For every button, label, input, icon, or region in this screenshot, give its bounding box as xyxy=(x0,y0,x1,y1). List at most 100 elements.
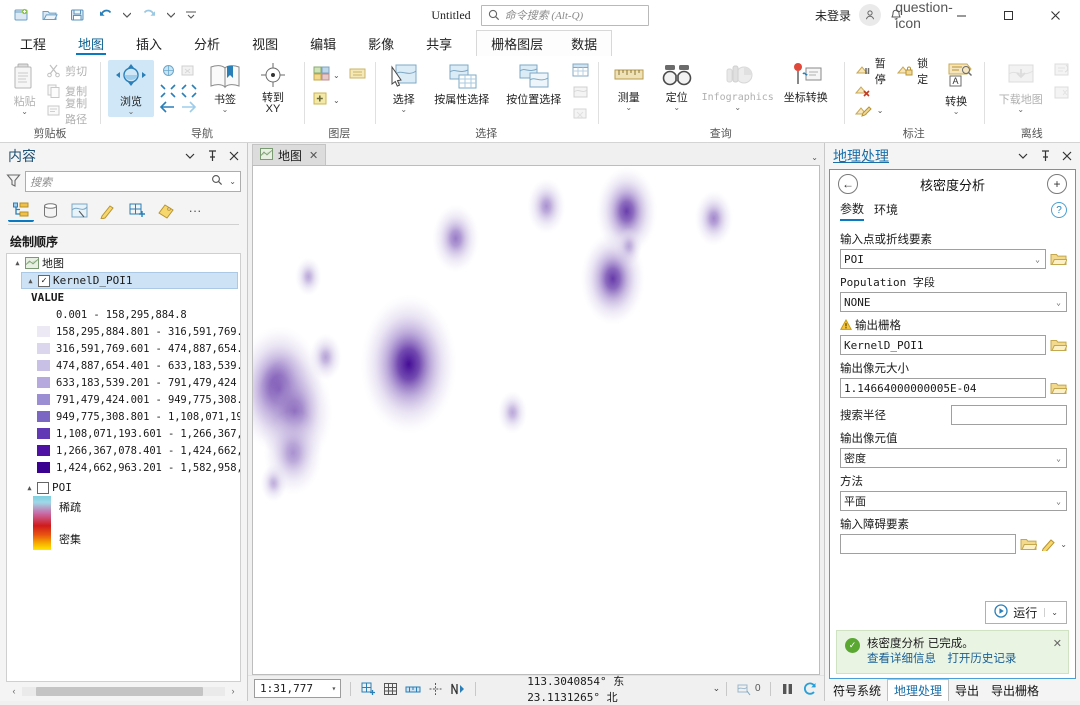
customize-qat-icon[interactable] xyxy=(180,4,202,26)
list-by-selection-icon[interactable] xyxy=(66,198,92,222)
redo-caret-icon[interactable] xyxy=(164,4,178,26)
paste-button[interactable]: 粘贴 ⌄ xyxy=(8,60,41,117)
new-project-icon[interactable] xyxy=(8,3,34,27)
scale-icon[interactable] xyxy=(405,680,421,698)
zoom-to-selection-icon[interactable] xyxy=(571,84,590,103)
geoprocessing-menu-icon[interactable] xyxy=(1014,147,1032,165)
infographics-button[interactable]: Infographics ⌄ xyxy=(702,60,774,113)
minimize-button[interactable] xyxy=(939,0,984,30)
bookmarks-caret-icon[interactable]: ⌄ xyxy=(222,106,229,113)
tab-environments[interactable]: 环境 xyxy=(874,201,898,220)
output-cell-values-combo[interactable]: 密度 ⌄ xyxy=(840,448,1067,468)
clear-selection-icon[interactable] xyxy=(571,106,590,125)
close-button[interactable] xyxy=(1033,0,1078,30)
next-extent-icon[interactable] xyxy=(181,101,197,113)
view-details-link[interactable]: 查看详细信息 xyxy=(867,653,936,665)
tab-share[interactable]: 共享 xyxy=(410,30,468,56)
select-caret-icon[interactable]: ⌄ xyxy=(400,106,407,113)
scroll-track[interactable] xyxy=(22,687,225,696)
method-combo[interactable]: 平面 ⌄ xyxy=(840,491,1067,511)
map-tab-overflow-icon[interactable]: ⌄ xyxy=(811,153,818,162)
search-icon[interactable] xyxy=(211,174,223,189)
tab-edit[interactable]: 编辑 xyxy=(294,30,352,56)
download-map-caret-icon[interactable]: ⌄ xyxy=(1017,106,1024,113)
scroll-thumb[interactable] xyxy=(36,687,202,696)
barrier-features-browse-icon[interactable] xyxy=(1020,537,1037,552)
map-scale-caret-icon[interactable]: ▾ xyxy=(332,684,341,693)
measure-caret-icon[interactable]: ⌄ xyxy=(625,104,632,111)
scroll-right-icon[interactable]: › xyxy=(227,686,239,696)
pause-drawing-icon[interactable] xyxy=(780,680,796,698)
tab-view[interactable]: 视图 xyxy=(236,30,294,56)
search-input[interactable]: 搜索 ⌄ xyxy=(25,171,241,192)
cell-size-browse-icon[interactable] xyxy=(1050,381,1067,396)
convert-labels-button[interactable]: A 转换 ⌄ xyxy=(937,60,976,117)
select-by-location-button[interactable]: 按位置选择 xyxy=(499,60,569,108)
dock-tab-symbology[interactable]: 符号系统 xyxy=(827,679,887,701)
list-by-editing-icon[interactable] xyxy=(95,198,121,222)
run-button[interactable]: 运行 ⌄ xyxy=(985,601,1067,624)
grid-icon[interactable] xyxy=(383,680,399,698)
remove-offline-icon[interactable] xyxy=(1052,85,1072,104)
barrier-features-draw-icon[interactable] xyxy=(1041,537,1056,552)
add-data-caret-icon[interactable]: ⌄ xyxy=(333,96,340,105)
sync-icon[interactable] xyxy=(1052,62,1072,81)
contents-menu-icon[interactable] xyxy=(181,147,199,165)
input-features-browse-icon[interactable] xyxy=(1050,252,1067,267)
contents-pin-icon[interactable] xyxy=(203,147,221,165)
command-search-box[interactable]: 命令搜索 (Alt-Q) xyxy=(481,5,649,26)
tab-imagery[interactable]: 影像 xyxy=(352,30,410,56)
go-to-xy-button[interactable]: 转到 XY xyxy=(250,60,296,117)
run-options-caret-icon[interactable]: ⌄ xyxy=(1044,608,1058,617)
list-by-snapping-icon[interactable] xyxy=(124,198,150,222)
contents-horizontal-scrollbar[interactable]: ‹ › xyxy=(6,684,241,698)
selected-features-count[interactable]: 0 xyxy=(736,680,761,698)
lock-labeling-button[interactable]: 锁定 xyxy=(894,61,934,80)
dock-tab-export-raster[interactable]: 导出栅格 xyxy=(985,679,1045,701)
dock-tab-export[interactable]: 导出 xyxy=(949,679,985,701)
map-node[interactable]: ▲ 地图 xyxy=(7,254,240,272)
layer-expander-icon[interactable]: ▲ xyxy=(26,277,35,285)
explore-caret-icon[interactable]: ⌄ xyxy=(128,108,135,115)
explore-button[interactable]: 浏览 ⌄ xyxy=(108,60,154,117)
coordinate-units-caret-icon[interactable]: ⌄ xyxy=(713,683,721,694)
layer-poi[interactable]: ▲ POI xyxy=(21,479,240,496)
population-field-caret-icon[interactable]: ⌄ xyxy=(1054,298,1063,307)
back-arrow-icon[interactable]: ← xyxy=(838,174,858,194)
more-options-icon[interactable]: ··· xyxy=(182,198,208,222)
infographics-caret-icon[interactable]: ⌄ xyxy=(734,104,741,111)
add-grid-icon[interactable] xyxy=(360,680,376,698)
measure-button[interactable]: 测量 ⌄ xyxy=(606,60,652,113)
paste-caret-icon[interactable]: ⌄ xyxy=(21,108,28,115)
north-arrow-icon[interactable] xyxy=(449,680,466,698)
plus-circle-icon[interactable]: + xyxy=(1047,174,1067,194)
locate-button[interactable]: 定位 ⌄ xyxy=(654,60,700,113)
attribute-table-icon[interactable] xyxy=(571,62,590,81)
coordinate-conversion-button[interactable]: 坐标转换 xyxy=(776,60,836,106)
locate-caret-icon[interactable]: ⌄ xyxy=(673,104,680,111)
convert-labels-caret-icon[interactable]: ⌄ xyxy=(953,108,960,115)
layer-kerneld-poi1[interactable]: ▲ ✓ KernelD_POI1 xyxy=(21,272,238,289)
download-map-button[interactable]: 下载地图 ⌄ xyxy=(992,60,1050,115)
tab-analysis[interactable]: 分析 xyxy=(178,30,236,56)
zoom-full-extent-icon[interactable] xyxy=(161,63,176,81)
list-by-labeling-icon[interactable] xyxy=(153,198,179,222)
search-options-caret-icon[interactable]: ⌄ xyxy=(226,177,236,186)
layer-visibility-checkbox[interactable]: ✓ xyxy=(38,275,50,287)
poi-expander-icon[interactable]: ▲ xyxy=(25,484,34,492)
dock-tab-geoprocessing[interactable]: 地理处理 xyxy=(887,679,949,701)
map-tab-close-icon[interactable]: ✕ xyxy=(309,149,318,162)
basemap-caret-icon[interactable]: ⌄ xyxy=(333,71,340,80)
fixed-zoom-icon[interactable] xyxy=(180,63,195,81)
undo-caret-icon[interactable] xyxy=(120,4,134,26)
open-project-icon[interactable] xyxy=(36,3,62,27)
poi-visibility-checkbox[interactable] xyxy=(37,482,49,494)
crosshair-icon[interactable] xyxy=(427,680,443,698)
basemap-icon[interactable] xyxy=(312,65,331,85)
scroll-left-icon[interactable]: ‹ xyxy=(8,686,20,696)
input-features-combo[interactable]: POI ⌄ xyxy=(840,249,1046,269)
label-edit-button[interactable]: ⌄ xyxy=(852,101,935,120)
population-field-combo[interactable]: NONE ⌄ xyxy=(840,292,1067,312)
label-edit-caret-icon[interactable]: ⌄ xyxy=(877,106,884,115)
maximize-button[interactable] xyxy=(986,0,1031,30)
